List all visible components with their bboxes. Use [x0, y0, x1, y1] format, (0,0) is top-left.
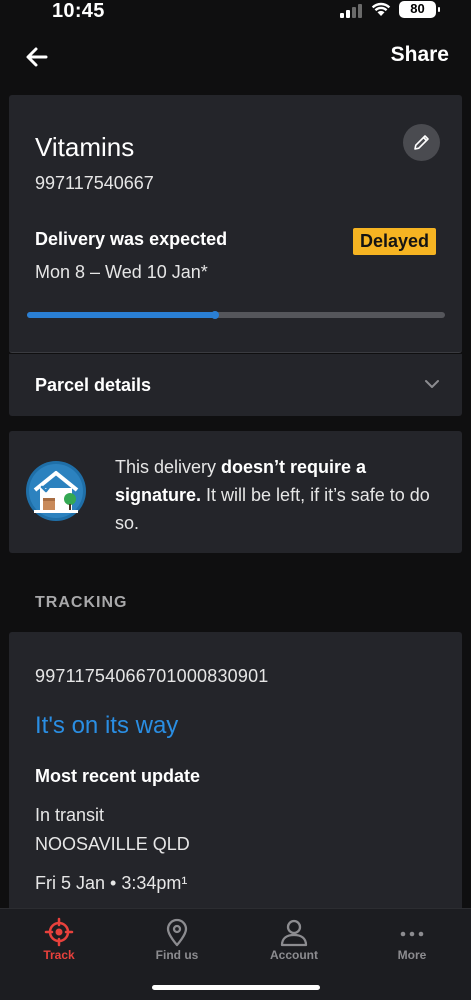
- update-datetime: Fri 5 Jan • 3:34pm¹: [35, 873, 188, 893]
- tracking-card: 99711754066701000830901 It's on its way …: [9, 632, 462, 922]
- delivery-progress-bar: [27, 311, 445, 319]
- tab-label: More: [397, 948, 427, 962]
- target-icon: [44, 917, 74, 947]
- progress-knob: [211, 311, 220, 319]
- most-recent-update-label: Most recent update: [35, 766, 201, 786]
- tracking-status: It's on its way: [35, 712, 179, 739]
- location-pin-icon: [166, 918, 188, 947]
- more-dots-icon: [400, 931, 424, 937]
- tracking-number: 99711754066701000830901: [35, 666, 269, 686]
- update-event: In transit: [35, 805, 105, 825]
- tab-find-us[interactable]: Find us: [118, 909, 236, 979]
- status-time: 10:45: [52, 0, 105, 22]
- parcel-number: 997117540667: [35, 173, 154, 193]
- share-button[interactable]: Share: [391, 43, 449, 67]
- tab-label: Find us: [155, 948, 199, 962]
- delivery-expected-label: Delivery was expected: [35, 229, 228, 249]
- update-location: NOOSAVILLE QLD: [35, 834, 190, 854]
- status-bar: 10:45 80: [0, 0, 471, 34]
- tab-more[interactable]: More: [353, 909, 471, 979]
- parcel-summary-card: Vitamins 997117540667 Delivery was expec…: [9, 95, 462, 353]
- signal-icon: [340, 4, 362, 18]
- person-icon: [280, 919, 308, 947]
- battery-icon: 80: [399, 1, 440, 18]
- parcel-name: Vitamins: [35, 132, 135, 162]
- signature-info-card: This delivery doesn’t require a signatur…: [9, 431, 462, 553]
- tab-account[interactable]: Account: [235, 909, 353, 979]
- pencil-icon: [414, 135, 429, 150]
- top-nav: Share: [0, 34, 471, 84]
- back-arrow-icon[interactable]: [24, 44, 50, 70]
- tab-label: Account: [270, 948, 318, 962]
- delivery-window: Mon 8 – Wed 10 Jan*: [35, 262, 208, 282]
- chevron-down-icon: [425, 380, 439, 388]
- edit-button[interactable]: [403, 124, 440, 161]
- wifi-icon: [371, 2, 391, 16]
- tracking-section-heading: TRACKING: [35, 594, 128, 611]
- signature-message: This delivery doesn’t require a signatur…: [115, 457, 430, 533]
- parcel-details-toggle[interactable]: Parcel details: [9, 354, 462, 416]
- tab-track[interactable]: Track: [0, 909, 118, 979]
- parcel-details-label: Parcel details: [35, 375, 152, 395]
- safe-drop-house-icon: [26, 461, 86, 521]
- home-indicator: [152, 985, 320, 990]
- status-badge: Delayed: [352, 228, 436, 255]
- tab-label: Track: [43, 948, 75, 962]
- progress-fill: [27, 312, 216, 318]
